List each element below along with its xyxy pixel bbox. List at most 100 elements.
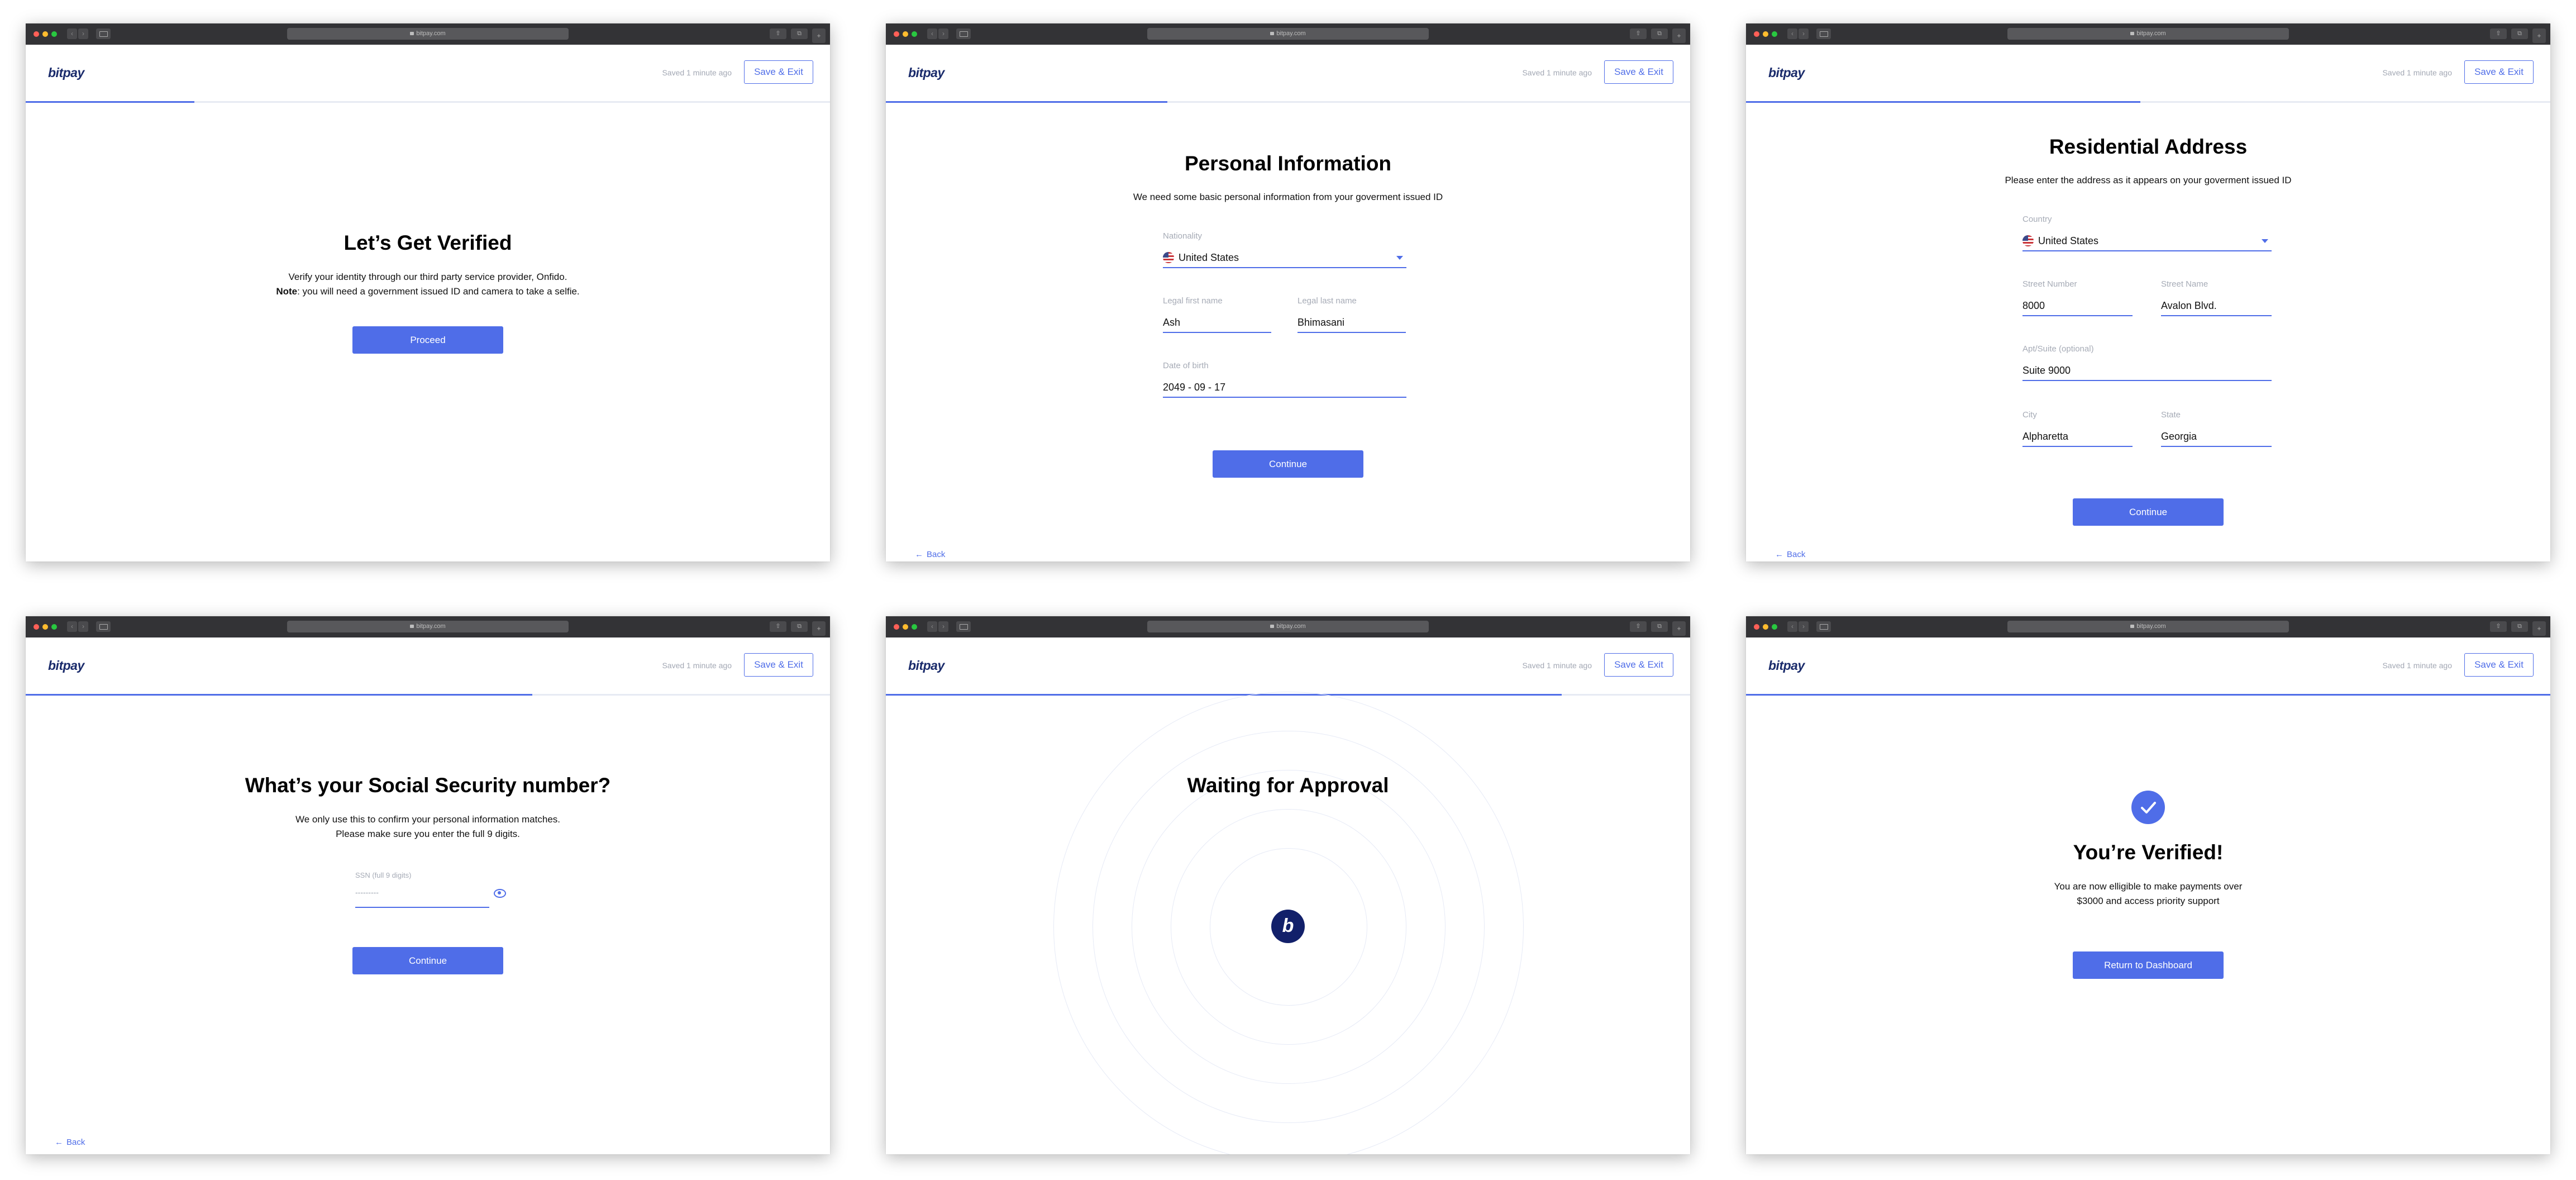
forward-arrow-icon[interactable]: ›	[78, 28, 88, 39]
back-arrow-icon[interactable]: ‹	[67, 621, 77, 632]
maximize-window-icon[interactable]	[51, 31, 57, 37]
address-bar[interactable]: bitpay.com	[1147, 621, 1429, 632]
back-arrow-icon[interactable]: ‹	[927, 621, 937, 632]
continue-button[interactable]: Continue	[1213, 450, 1363, 478]
save-exit-button[interactable]: Save & Exit	[744, 653, 813, 677]
tabs-overview-icon[interactable]: ⧉	[791, 28, 808, 39]
new-tab-icon[interactable]: +	[2532, 621, 2546, 636]
bitpay-logo[interactable]: bitpay	[48, 658, 84, 673]
ssn-field[interactable]: SSN (full 9 digits) ---------	[355, 871, 506, 908]
street-number-field[interactable]: Street Number 8000	[2022, 279, 2133, 316]
forward-arrow-icon[interactable]: ›	[938, 621, 948, 632]
close-window-icon[interactable]	[34, 624, 39, 630]
us-flag-icon	[2022, 235, 2034, 246]
maximize-window-icon[interactable]	[1772, 31, 1777, 37]
date-of-birth-field[interactable]: Date of birth 2049 - 09 - 17	[1163, 361, 1406, 398]
back-link[interactable]: ← Back	[55, 1138, 85, 1147]
close-window-icon[interactable]	[894, 31, 899, 37]
sidebar-toggle-icon[interactable]	[96, 28, 111, 39]
new-tab-icon[interactable]: +	[2532, 28, 2546, 43]
tabs-overview-icon[interactable]: ⧉	[1651, 28, 1668, 39]
bitpay-logo[interactable]: bitpay	[1768, 65, 1805, 80]
share-icon[interactable]: ⇧	[770, 621, 786, 632]
address-bar[interactable]: bitpay.com	[2007, 28, 2289, 40]
tabs-overview-icon[interactable]: ⧉	[2511, 621, 2528, 632]
close-window-icon[interactable]	[1754, 31, 1759, 37]
share-icon[interactable]: ⇧	[770, 28, 786, 39]
bitpay-logo[interactable]: bitpay	[1768, 658, 1805, 673]
maximize-window-icon[interactable]	[912, 31, 917, 37]
close-window-icon[interactable]	[34, 31, 39, 37]
new-tab-icon[interactable]: +	[1672, 28, 1686, 43]
forward-arrow-icon[interactable]: ›	[1799, 28, 1809, 39]
minimize-window-icon[interactable]	[42, 624, 48, 630]
state-field[interactable]: State Georgia	[2161, 410, 2272, 447]
forward-arrow-icon[interactable]: ›	[1799, 621, 1809, 632]
close-window-icon[interactable]	[894, 624, 899, 630]
last-name-field[interactable]: Legal last name Bhimasani	[1297, 296, 1406, 333]
bitpay-logo[interactable]: bitpay	[48, 65, 84, 80]
minimize-window-icon[interactable]	[1763, 31, 1768, 37]
back-arrow-icon[interactable]: ‹	[67, 28, 77, 39]
address-bar[interactable]: bitpay.com	[1147, 28, 1429, 40]
address-bar[interactable]: bitpay.com	[287, 621, 569, 632]
address-bar[interactable]: bitpay.com	[2007, 621, 2289, 632]
save-exit-button[interactable]: Save & Exit	[2464, 653, 2534, 677]
tabs-overview-icon[interactable]: ⧉	[2511, 28, 2528, 39]
subtitle: Please enter the address as it appears o…	[2005, 175, 2292, 185]
sidebar-toggle-icon[interactable]	[1816, 621, 1831, 632]
new-tab-icon[interactable]: +	[1672, 621, 1686, 636]
forward-arrow-icon[interactable]: ›	[78, 621, 88, 632]
country-select[interactable]: Country United States	[2022, 215, 2272, 251]
sidebar-toggle-icon[interactable]	[96, 621, 111, 632]
first-name-field[interactable]: Legal first name Ash	[1163, 296, 1271, 333]
apt-suite-field[interactable]: Apt/Suite (optional) Suite 9000	[2022, 344, 2272, 381]
street-name-field[interactable]: Street Name Avalon Blvd.	[2161, 279, 2272, 316]
nationality-select[interactable]: Nationality United States	[1163, 231, 1406, 268]
back-arrow-icon[interactable]: ‹	[1787, 621, 1797, 632]
minimize-window-icon[interactable]	[1763, 624, 1768, 630]
maximize-window-icon[interactable]	[912, 624, 917, 630]
back-arrow-icon[interactable]: ‹	[927, 28, 937, 39]
back-link[interactable]: ← Back	[915, 550, 945, 559]
share-icon[interactable]: ⇧	[2490, 28, 2507, 39]
back-link[interactable]: ← Back	[1775, 550, 1805, 559]
save-exit-button[interactable]: Save & Exit	[1604, 653, 1673, 677]
forward-arrow-icon[interactable]: ›	[938, 28, 948, 39]
maximize-window-icon[interactable]	[51, 624, 57, 630]
minimize-window-icon[interactable]	[903, 31, 908, 37]
share-icon[interactable]: ⇧	[1630, 621, 1647, 632]
share-icon[interactable]: ⇧	[1630, 28, 1647, 39]
save-exit-button[interactable]: Save & Exit	[1604, 60, 1673, 84]
city-field[interactable]: City Alpharetta	[2022, 410, 2133, 447]
new-tab-icon[interactable]: +	[812, 28, 826, 43]
sidebar-toggle-icon[interactable]	[956, 28, 971, 39]
maximize-window-icon[interactable]	[1772, 624, 1777, 630]
saved-status: Saved 1 minute ago	[2382, 661, 2452, 670]
nationality-text: United States	[1179, 252, 1239, 263]
city-label: City	[2022, 410, 2037, 420]
close-window-icon[interactable]	[1754, 624, 1759, 630]
continue-button[interactable]: Continue	[2073, 498, 2224, 526]
minimize-window-icon[interactable]	[903, 624, 908, 630]
sidebar-toggle-icon[interactable]	[956, 621, 971, 632]
tabs-overview-icon[interactable]: ⧉	[791, 621, 808, 632]
save-exit-button[interactable]: Save & Exit	[2464, 60, 2534, 84]
share-icon[interactable]: ⇧	[2490, 621, 2507, 632]
new-tab-icon[interactable]: +	[812, 621, 826, 636]
proceed-button[interactable]: Proceed	[352, 326, 503, 354]
back-arrow-icon[interactable]: ‹	[1787, 28, 1797, 39]
bitpay-logo[interactable]: bitpay	[908, 658, 944, 673]
return-to-dashboard-button[interactable]: Return to Dashboard	[2073, 951, 2224, 979]
field-underline	[2161, 315, 2272, 316]
sidebar-toggle-icon[interactable]	[1816, 28, 1831, 39]
save-exit-button[interactable]: Save & Exit	[744, 60, 813, 84]
bitpay-logo[interactable]: bitpay	[908, 65, 944, 80]
continue-button[interactable]: Continue	[352, 947, 503, 974]
saved-status: Saved 1 minute ago	[2382, 68, 2452, 77]
minimize-window-icon[interactable]	[42, 31, 48, 37]
tabs-overview-icon[interactable]: ⧉	[1651, 621, 1668, 632]
address-bar[interactable]: bitpay.com	[287, 28, 569, 40]
eye-icon[interactable]	[494, 889, 506, 898]
dob-value: 2049 - 09 - 17	[1163, 382, 1226, 393]
